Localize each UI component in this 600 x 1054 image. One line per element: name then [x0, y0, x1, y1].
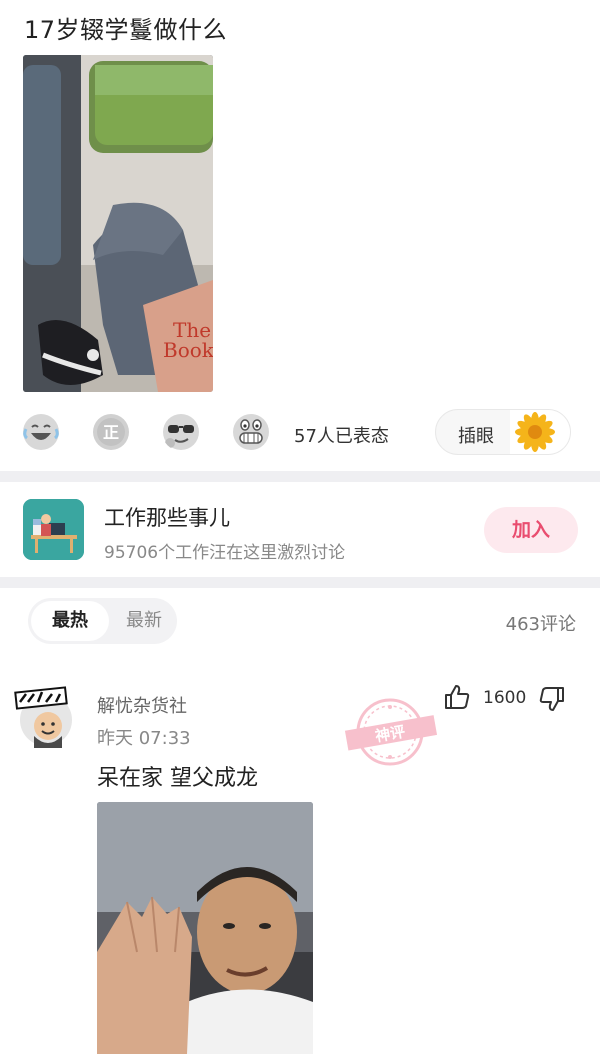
- join-button[interactable]: 加入: [484, 507, 578, 553]
- comment-text: 呆在家 望父成龙: [97, 766, 258, 791]
- commenter-avatar[interactable]: [14, 686, 74, 748]
- flower-box: [510, 410, 570, 454]
- tab-newest[interactable]: 最新: [116, 601, 172, 641]
- thumbs-up-icon[interactable]: [443, 683, 471, 711]
- thumbs-down-icon[interactable]: [538, 685, 566, 713]
- group-card[interactable]: 工作那些事儿 95706个工作汪在这里激烈讨论 加入: [0, 482, 600, 577]
- section-divider: [0, 577, 600, 588]
- reaction-count: 57人已表态: [294, 426, 389, 447]
- svg-text:Book: Book: [163, 338, 213, 362]
- group-avatar: [23, 499, 84, 560]
- laughing-tears-icon[interactable]: [22, 413, 60, 451]
- sunglasses-face-icon[interactable]: [162, 413, 200, 451]
- stamp-text: 神评: [374, 723, 407, 746]
- group-description: 95706个工作汪在这里激烈讨论: [104, 543, 346, 563]
- svg-text:正: 正: [103, 423, 119, 442]
- comment-count: 463评论: [505, 614, 576, 635]
- sunflower-icon: [515, 412, 555, 452]
- comment-time: 昨天 07:33: [97, 728, 191, 749]
- reaction-bar: 正 57人已表态 插眼: [22, 409, 582, 455]
- express-label: 插眼: [458, 426, 494, 447]
- express-button[interactable]: 插眼: [435, 409, 571, 455]
- god-comment-stamp-icon: 神评: [344, 698, 438, 766]
- grinning-face-icon[interactable]: [232, 413, 270, 451]
- section-divider: [0, 471, 600, 482]
- comment-sort-tabs: 最热 最新: [28, 598, 177, 644]
- comment-image[interactable]: [97, 802, 313, 1054]
- zheng-badge-icon[interactable]: 正: [92, 413, 130, 451]
- post-title: 17岁辍学鬘做什么: [24, 16, 228, 44]
- like-count: 1600: [483, 688, 527, 708]
- group-name: 工作那些事儿: [104, 506, 230, 530]
- tab-hottest[interactable]: 最热: [31, 601, 109, 641]
- commenter-name[interactable]: 解忧杂货社: [97, 692, 187, 718]
- post-image[interactable]: The Book: [23, 55, 213, 392]
